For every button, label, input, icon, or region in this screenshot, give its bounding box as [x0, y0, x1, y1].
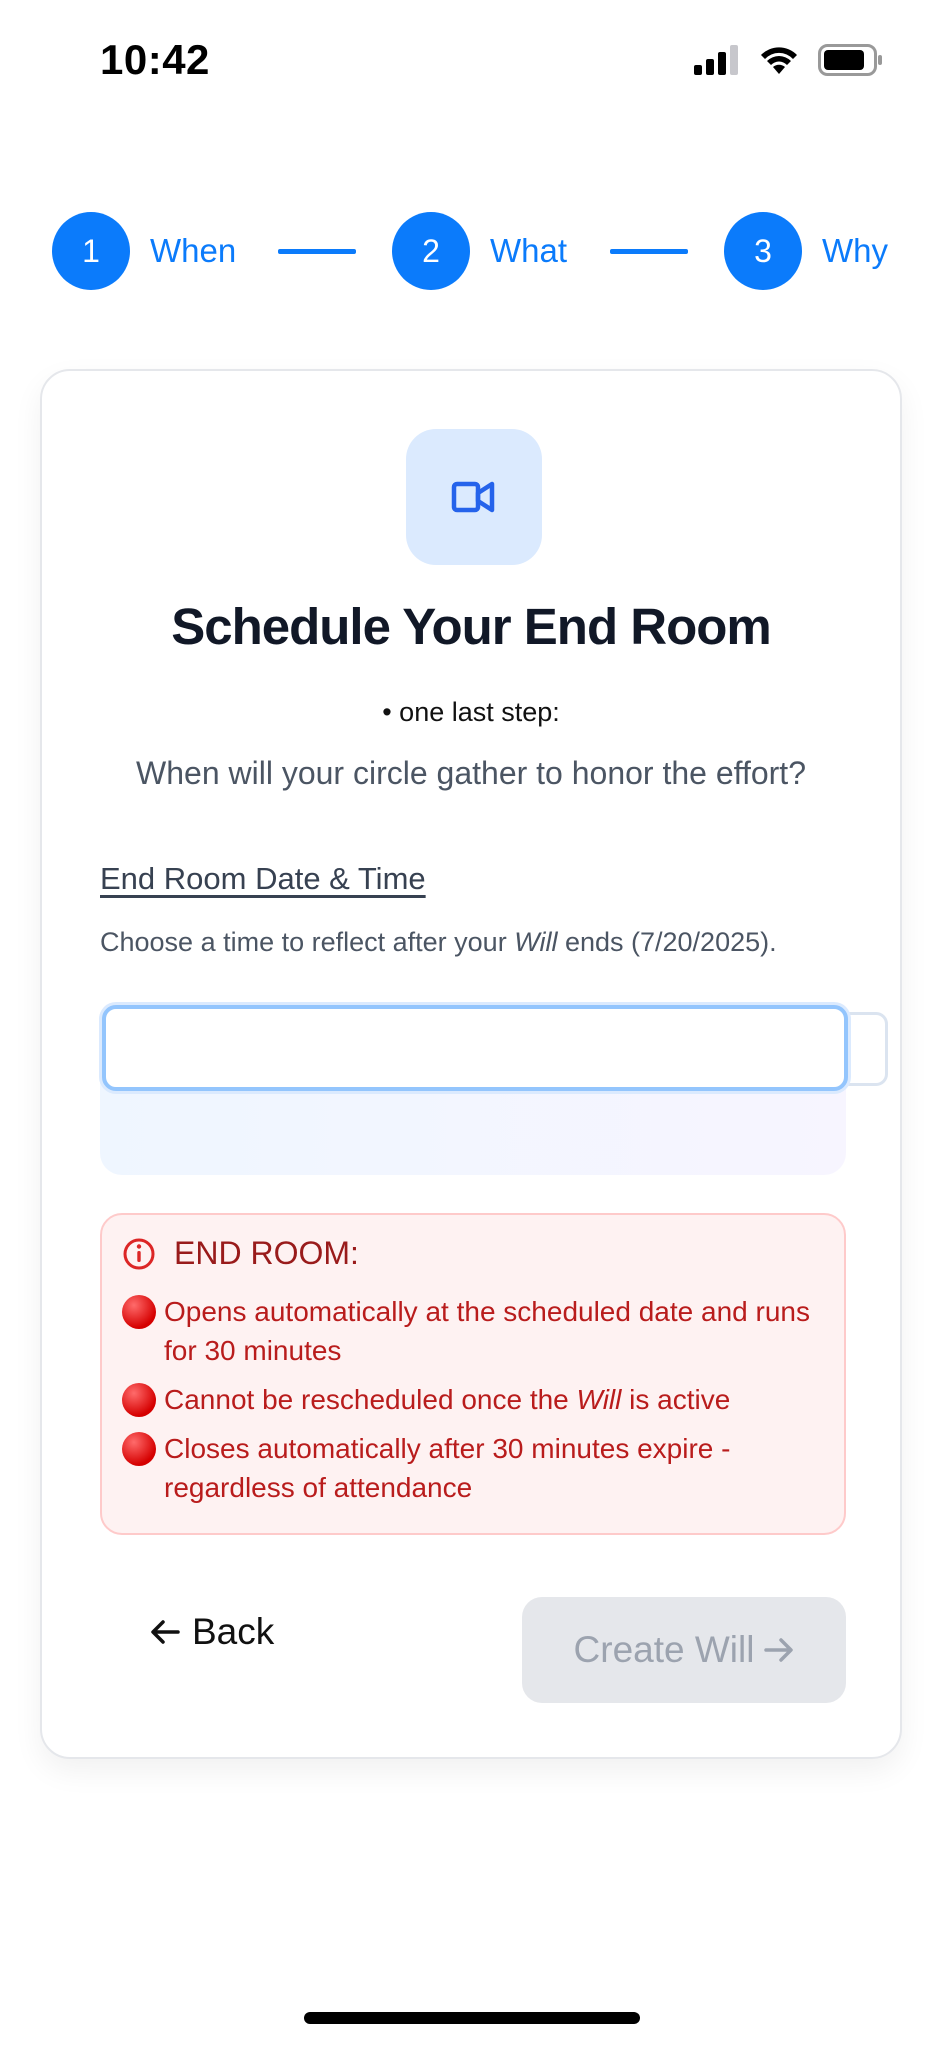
end-room-warning: END ROOM: Opens automatically at the sch…	[100, 1213, 846, 1535]
warning-item: Closes automatically after 30 minutes ex…	[122, 1429, 824, 1507]
step-number: 3	[724, 212, 802, 290]
step-number: 1	[52, 212, 130, 290]
cellular-signal-icon	[694, 45, 738, 75]
question-text: When will your circle gather to honor th…	[136, 755, 806, 791]
end-room-datetime-input[interactable]	[102, 1005, 848, 1091]
info-icon	[123, 1238, 155, 1269]
field-label: End Room Date & Time	[100, 861, 426, 896]
subtitle: • one last step:	[382, 697, 560, 727]
page-title: Schedule Your End Room	[171, 598, 772, 655]
warning-header: END ROOM:	[122, 1235, 824, 1272]
warning-item: Cannot be rescheduled once the Will is a…	[122, 1380, 824, 1419]
schedule-card: Schedule Your End Room • one last step: …	[40, 369, 902, 1759]
create-will-label: Create Will	[573, 1629, 755, 1670]
hero-icon-box	[406, 429, 542, 565]
arrow-right-icon	[764, 1638, 794, 1662]
video-camera-icon	[451, 481, 495, 513]
home-indicator[interactable]	[304, 2012, 640, 2024]
progress-stepper: 1 When 2 What 3 Why	[52, 212, 894, 292]
step-number: 2	[392, 212, 470, 290]
red-circle-icon	[122, 1432, 156, 1466]
step-connector	[278, 249, 356, 254]
step-connector	[610, 249, 688, 254]
battery-icon	[818, 44, 882, 76]
back-button[interactable]: Back	[150, 1611, 274, 1653]
create-will-button[interactable]: Create Will	[522, 1597, 846, 1703]
step-label: What	[490, 232, 568, 269]
field-help: Choose a time to reflect after your Will…	[100, 927, 777, 957]
red-circle-icon	[122, 1383, 156, 1417]
step-why[interactable]: 3 Why	[724, 212, 888, 290]
step-label: When	[150, 232, 237, 269]
warning-item: Opens automatically at the scheduled dat…	[122, 1292, 824, 1370]
red-circle-icon	[122, 1295, 156, 1329]
wifi-icon	[761, 47, 797, 74]
step-when[interactable]: 1 When	[52, 212, 236, 290]
warning-list: Opens automatically at the scheduled dat…	[122, 1292, 824, 1507]
status-time: 10:42	[100, 36, 210, 83]
back-label: Back	[192, 1611, 275, 1652]
step-what[interactable]: 2 What	[392, 212, 567, 290]
status-icons	[694, 44, 884, 76]
warning-title: END ROOM:	[174, 1235, 359, 1271]
step-label: Why	[822, 232, 888, 269]
arrow-left-icon	[151, 1620, 180, 1644]
